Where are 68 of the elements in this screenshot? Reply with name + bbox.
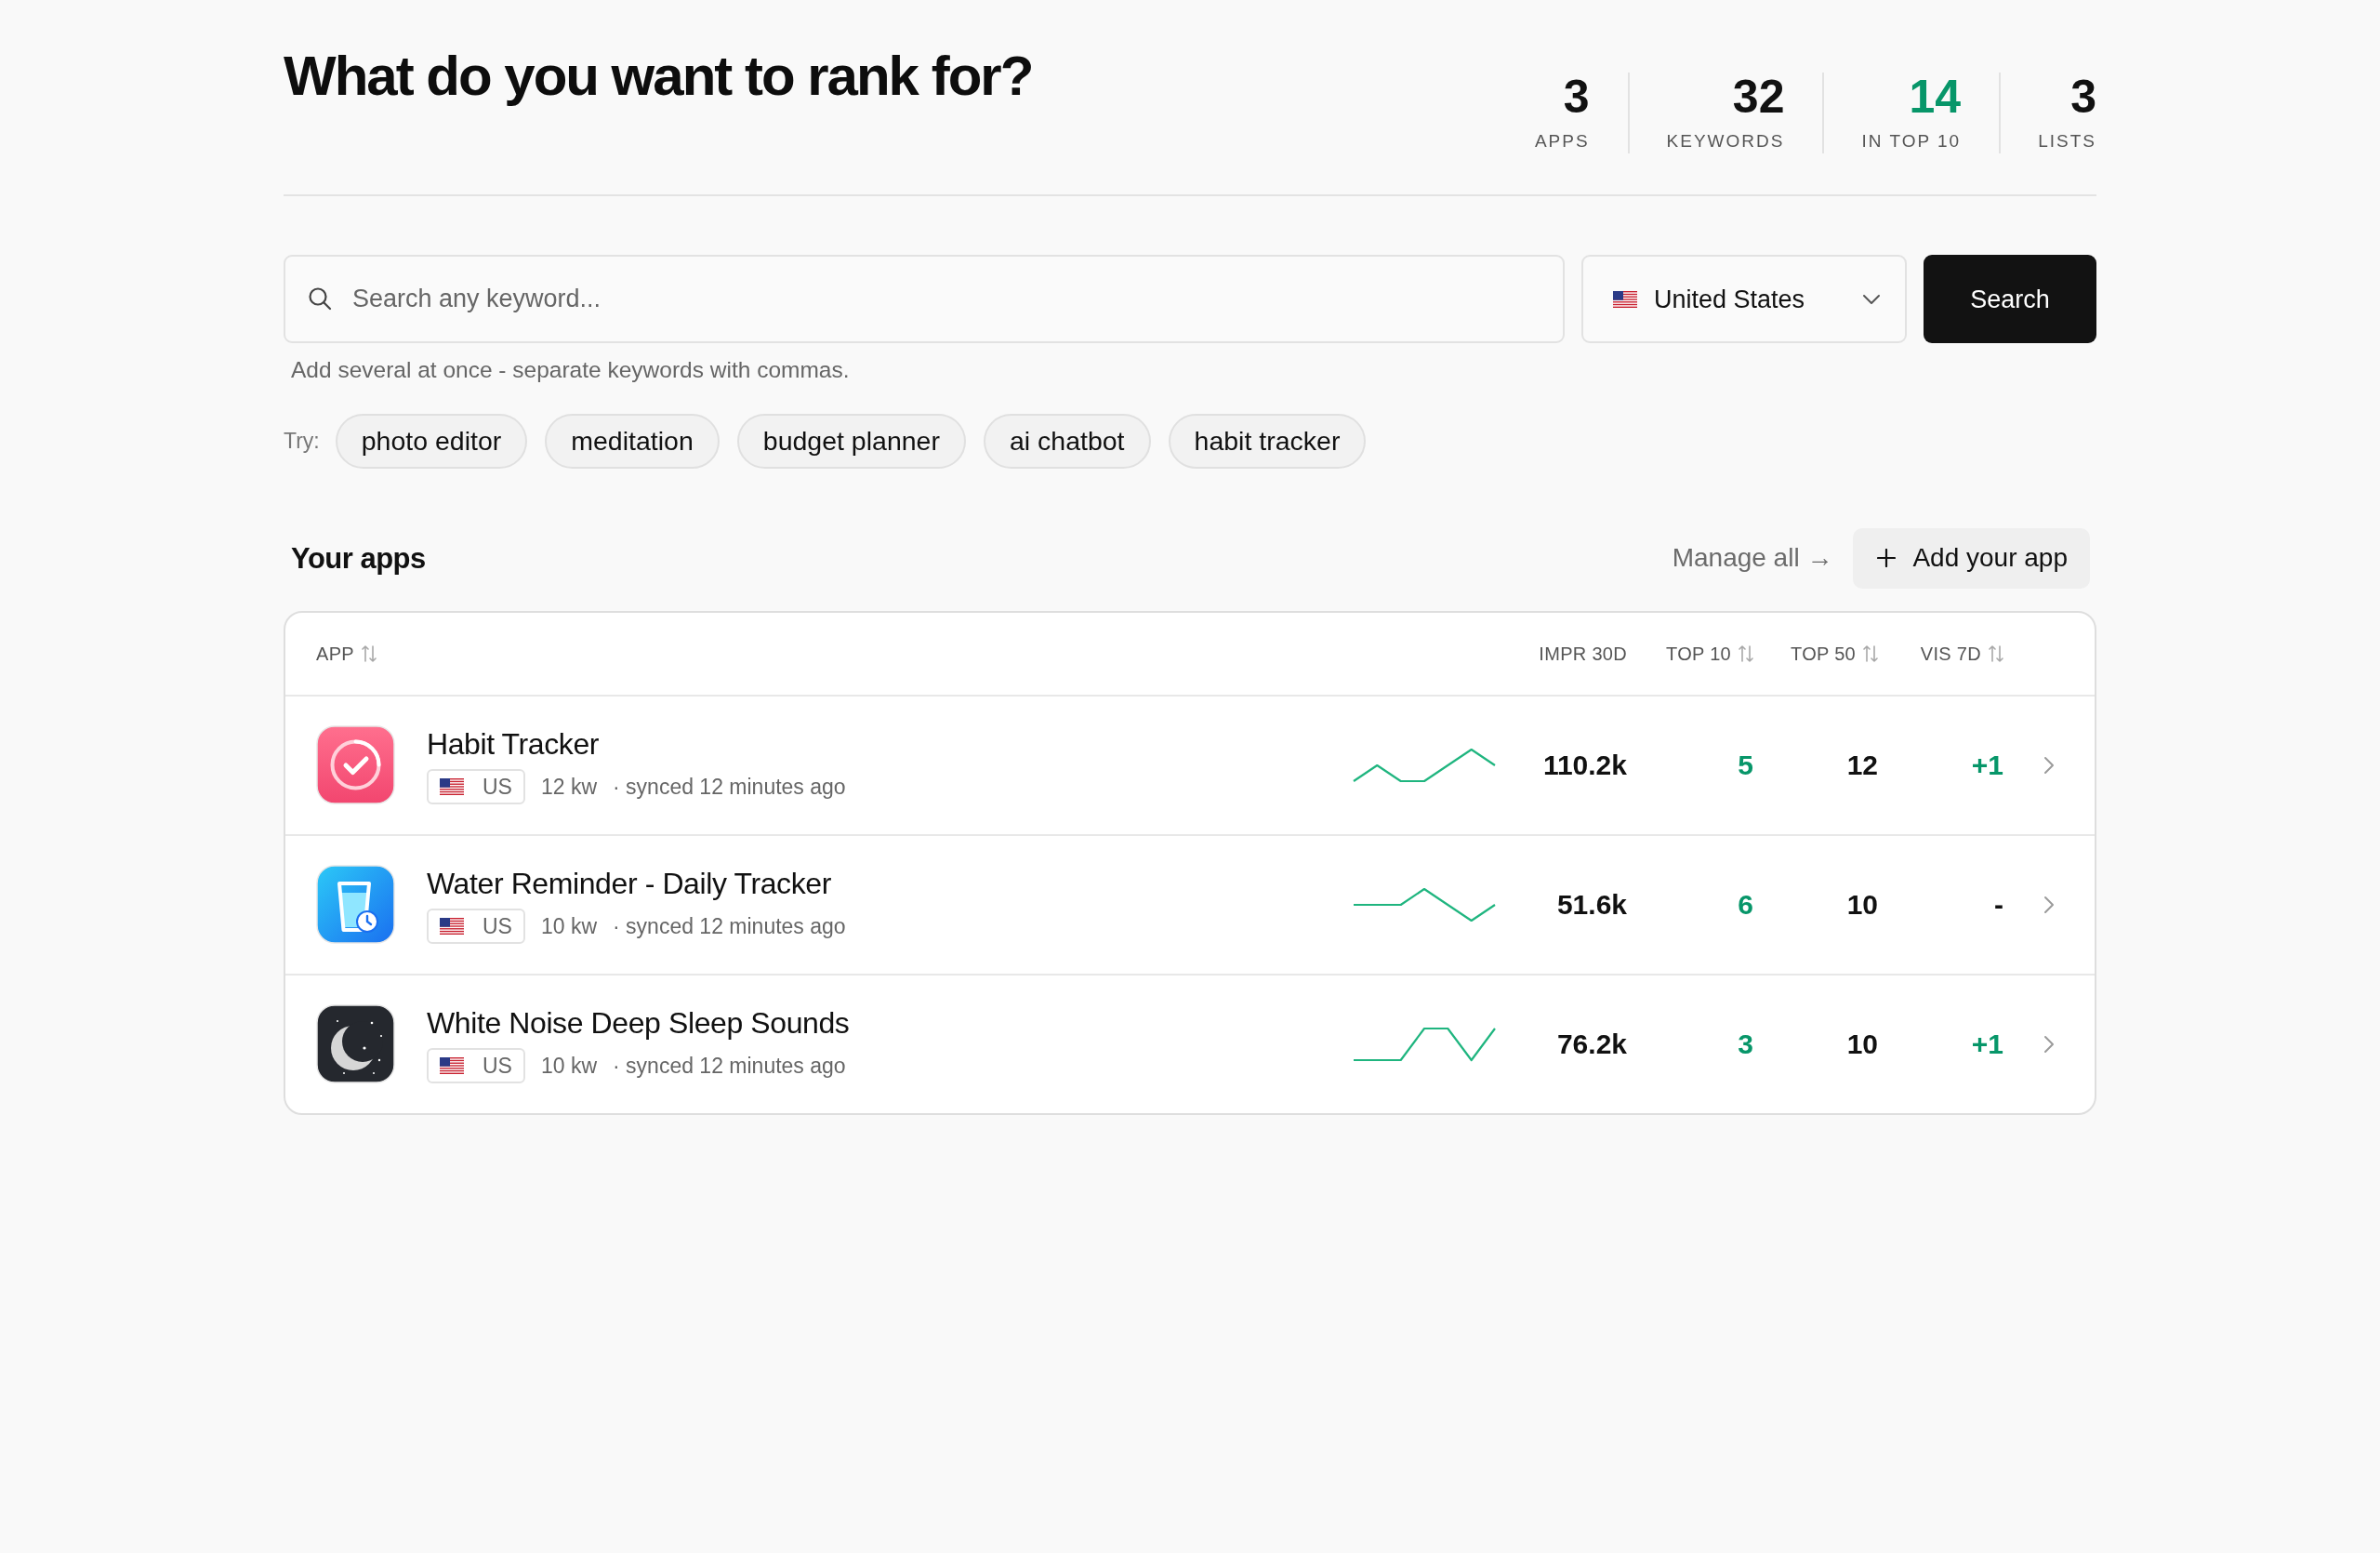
chevron-right-icon[interactable] xyxy=(2043,1034,2055,1054)
app-name[interactable]: Water Reminder - Daily Tracker xyxy=(427,865,846,903)
flag-icon xyxy=(440,1057,464,1075)
visibility-change: +1 xyxy=(1970,749,2003,783)
chevron-right-icon[interactable] xyxy=(2043,895,2055,914)
chevron-right-icon[interactable] xyxy=(2043,755,2055,775)
top-10-value: 3 xyxy=(1737,1028,1753,1062)
sort-icon[interactable] xyxy=(1863,644,1878,663)
app-name[interactable]: Habit Tracker xyxy=(427,725,846,763)
section-title: Your apps xyxy=(291,540,426,576)
country-dropdown[interactable]: United States xyxy=(1581,255,1907,344)
add-app-button[interactable]: Add your app xyxy=(1853,527,2090,589)
chevron-down-icon xyxy=(1862,293,1881,305)
page-title: What do you want to rank for? xyxy=(284,44,1033,109)
plus-icon xyxy=(1877,549,1897,568)
app-name[interactable]: White Noise Deep Sleep Sounds xyxy=(427,1004,850,1042)
country-code: US xyxy=(483,912,512,940)
impressions-value: 110.2k xyxy=(1541,749,1627,783)
suggestion-chip[interactable]: photo editor xyxy=(335,413,528,469)
sort-icon[interactable] xyxy=(1989,644,2003,663)
sync-status: · synced 12 minutes ago xyxy=(613,773,846,801)
column-header[interactable]: TOP 10 xyxy=(1666,639,1753,668)
column-header[interactable]: APP xyxy=(316,639,377,668)
suggestion-chip[interactable]: ai chatbot xyxy=(983,413,1151,469)
top-50-value: 10 xyxy=(1845,888,1878,923)
flag-icon xyxy=(440,778,464,796)
flag-icon xyxy=(440,918,464,936)
stat-label: LISTS xyxy=(2038,130,2096,153)
sort-icon[interactable] xyxy=(1739,644,1753,663)
sync-status: · synced 12 minutes ago xyxy=(613,912,846,940)
hint-text: Add several at once - separate keywords with commas. xyxy=(291,356,851,384)
keyword-count: 10 kw xyxy=(540,1052,598,1080)
stat-label: APPS xyxy=(1534,130,1590,153)
keyword-count: 10 kw xyxy=(540,912,598,940)
top-50-value: 10 xyxy=(1845,1028,1878,1062)
suggestion-chip[interactable]: meditation xyxy=(545,413,720,469)
keyword-count: 12 kw xyxy=(540,773,598,801)
country-code: US xyxy=(483,773,512,801)
impressions-value: 51.6k xyxy=(1555,888,1627,923)
suggestion-chip[interactable]: budget planner xyxy=(736,413,966,469)
top-10-value: 6 xyxy=(1737,888,1753,923)
search-button[interactable]: Search xyxy=(1924,255,2096,344)
stat-value: 14 xyxy=(1908,73,1962,122)
sort-icon[interactable] xyxy=(361,644,377,663)
column-header[interactable]: TOP 50 xyxy=(1791,639,1878,668)
visibility-change: - xyxy=(1993,888,2003,923)
visibility-change: +1 xyxy=(1970,1028,2003,1062)
checkmark-app-icon xyxy=(316,725,395,805)
try-label: Try: xyxy=(284,427,320,455)
water-glass-app-icon xyxy=(316,865,395,945)
search-icon xyxy=(308,286,332,312)
column-header[interactable]: VIS 7D xyxy=(1920,639,2003,668)
stat-label: KEYWORDS xyxy=(1666,130,1785,153)
column-header[interactable]: IMPR 30D xyxy=(1539,639,1627,668)
crescent-moon-app-icon xyxy=(316,1004,395,1084)
flag-icon xyxy=(1613,290,1637,308)
stat-label: IN TOP 10 xyxy=(1861,130,1962,153)
impressions-value: 76.2k xyxy=(1555,1028,1627,1062)
stat-value: 3 xyxy=(1562,73,1590,122)
sync-status: · synced 12 minutes ago xyxy=(613,1052,846,1080)
manage-all-link[interactable]: Manage all → xyxy=(1672,538,1833,578)
stat-value: 3 xyxy=(2069,73,2096,122)
search-field[interactable]: Search any keyword... xyxy=(284,255,1565,344)
stat-value: 32 xyxy=(1731,73,1785,122)
country-code: US xyxy=(483,1052,512,1080)
top-50-value: 12 xyxy=(1845,749,1878,783)
top-10-value: 5 xyxy=(1737,749,1753,783)
suggestion-chip[interactable]: habit tracker xyxy=(1168,413,1367,469)
